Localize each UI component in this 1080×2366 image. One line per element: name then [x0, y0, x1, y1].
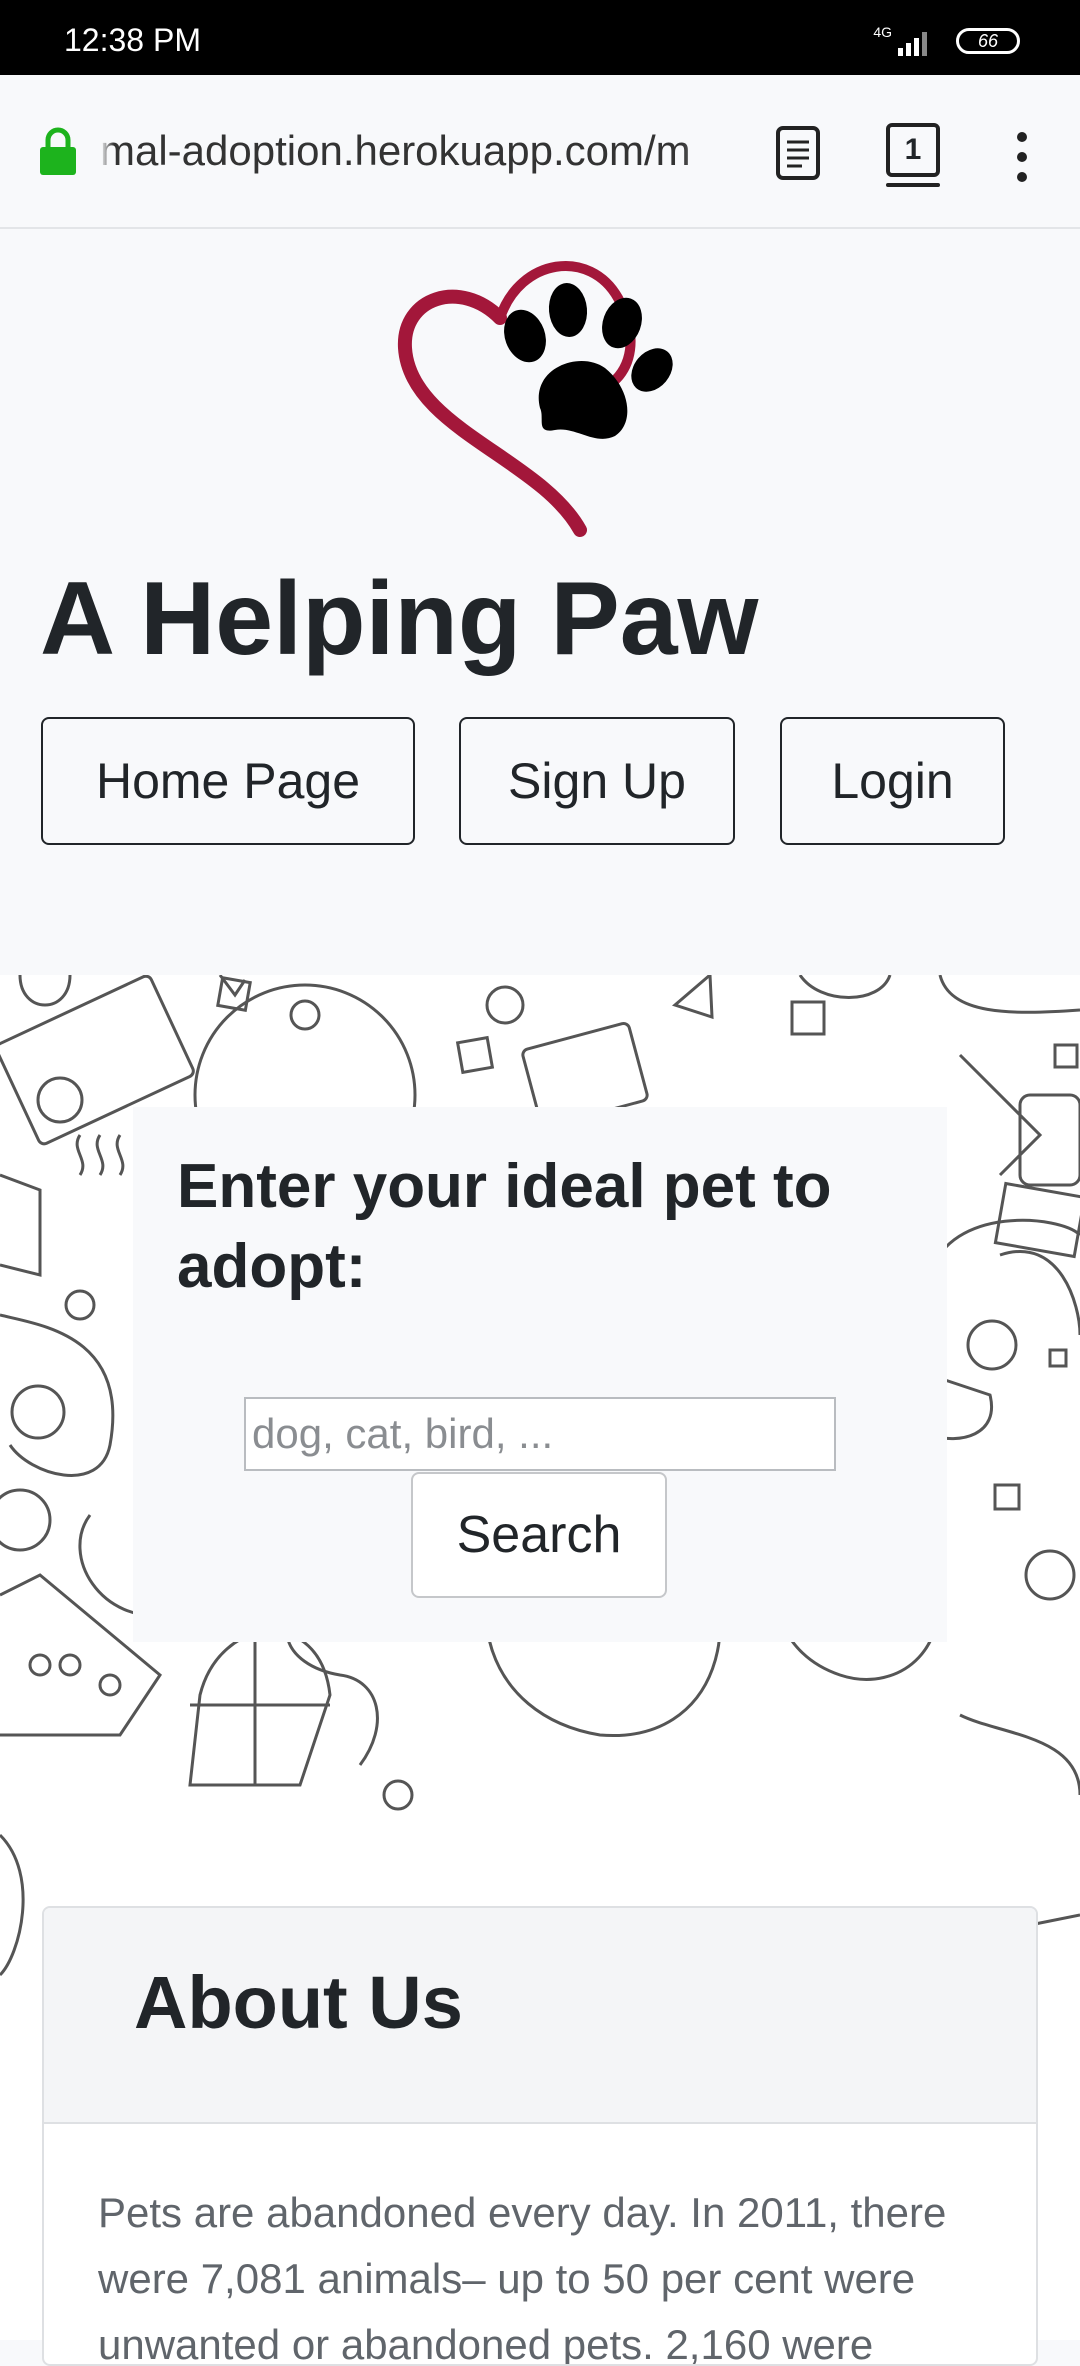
about-us-header: About Us	[44, 1908, 1036, 2124]
pet-search-input[interactable]	[244, 1397, 836, 1471]
status-time: 12:38 PM	[64, 22, 201, 58]
about-us-text: Pets are abandoned every day. In 2011, t…	[98, 2189, 947, 2366]
status-bar: 12:38 PM 4G 66	[0, 0, 1080, 75]
network-type: 4G	[873, 24, 892, 40]
site-title: A Helping Paw	[40, 561, 759, 677]
url-text: mal-adoption.herokuapp.com/m	[100, 127, 691, 174]
sign-up-button[interactable]: Sign Up	[459, 717, 735, 845]
status-icons: 4G 66	[800, 24, 1020, 58]
tab-switcher-icon[interactable]: 1	[886, 123, 940, 177]
home-page-button[interactable]: Home Page	[41, 717, 415, 845]
lock-icon[interactable]	[38, 127, 78, 175]
about-us-card: About Us Pets are abandoned every day. I…	[42, 1906, 1038, 2366]
paw-heart-logo	[397, 261, 673, 537]
search-card: Enter your ideal pet to adopt: Search	[133, 1107, 947, 1642]
signal-icon	[898, 32, 927, 56]
browser-toolbar: mal-adoption.herokuapp.com/m 1	[0, 75, 1080, 229]
more-menu-icon[interactable]	[1010, 127, 1034, 187]
url-field[interactable]: mal-adoption.herokuapp.com/m	[100, 123, 732, 179]
search-heading: Enter your ideal pet to adopt:	[177, 1152, 832, 1301]
about-us-title: About Us	[134, 1961, 463, 2044]
battery-icon: 66	[956, 28, 1020, 54]
login-button[interactable]: Login	[780, 717, 1005, 845]
search-button[interactable]: Search	[411, 1472, 667, 1598]
reader-mode-icon[interactable]	[774, 125, 822, 181]
